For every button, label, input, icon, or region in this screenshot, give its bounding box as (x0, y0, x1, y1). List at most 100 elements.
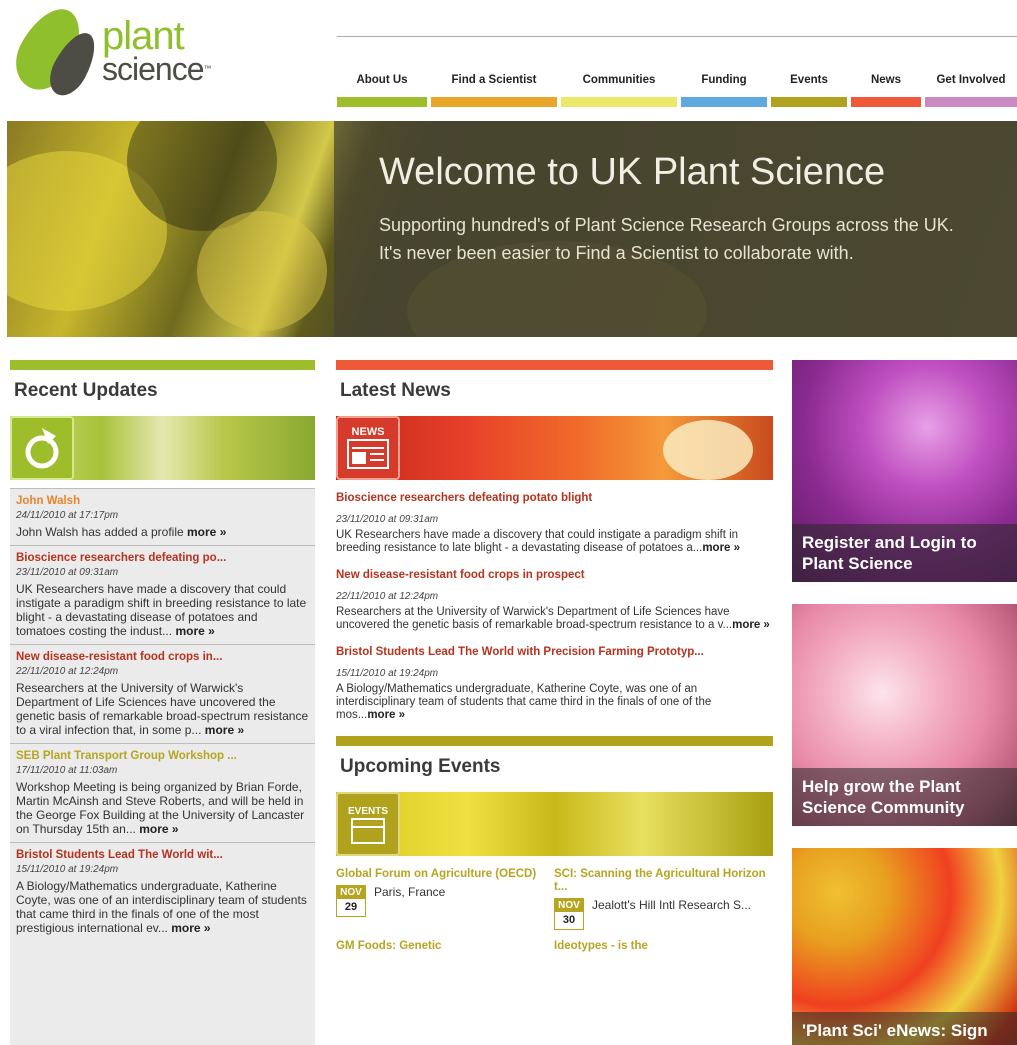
event-title[interactable]: SCI: Scanning the Agricultural Horizon t… (554, 868, 772, 894)
promo-column: Register and Login to Plant Science Help… (792, 360, 1017, 1045)
event-title[interactable]: GM Foods: Genetic (336, 940, 554, 953)
promo-grow-community[interactable]: Help grow the Plant Science Community (792, 604, 1017, 826)
recent-updates-list: John Walsh 24/11/2010 at 17:17pm John Wa… (10, 488, 315, 1045)
nav-about-us[interactable]: About Us (337, 72, 427, 108)
event-item[interactable]: Ideotypes - is the (554, 940, 772, 957)
latest-news: Latest News NEWS Bioscience researchers … (336, 360, 773, 957)
hero-photo-blob (197, 211, 327, 331)
update-date: 24/11/2010 at 17:17pm (16, 510, 119, 521)
list-item[interactable]: Bioscience researchers defeating potato … (336, 492, 773, 555)
news-list: Bioscience researchers defeating potato … (336, 492, 773, 722)
nav-find-a-scientist[interactable]: Find a Scientist (431, 72, 557, 108)
update-title[interactable]: New disease-resistant food crops in... (16, 651, 309, 663)
more-link[interactable]: more » (175, 624, 214, 638)
nav-label: Communities (582, 74, 656, 86)
nav-funding[interactable]: Funding (681, 72, 767, 108)
update-text: UK Researchers have made a discovery tha… (16, 582, 309, 638)
news-date: 15/11/2010 at 19:24pm (336, 668, 439, 679)
news-title[interactable]: New disease-resistant food crops in pros… (336, 569, 773, 581)
events-list: Global Forum on Agriculture (OECD) NOV 29… (336, 868, 773, 957)
update-date: 23/11/2010 at 09:31am (16, 567, 119, 578)
nav-color-bar (337, 97, 427, 107)
update-title[interactable]: Bioscience researchers defeating po... (16, 552, 309, 564)
event-date-badge: NOV 29 (336, 885, 366, 917)
promo-caption: Register and Login to Plant Science (792, 524, 1017, 582)
event-item[interactable]: SCI: Scanning the Agricultural Horizon t… (554, 868, 772, 930)
more-link[interactable]: more » (702, 542, 740, 554)
event-month: NOV (337, 886, 365, 899)
promo-register-login[interactable]: Register and Login to Plant Science (792, 360, 1017, 582)
event-title[interactable]: Global Forum on Agriculture (OECD) (336, 868, 554, 881)
list-item[interactable]: New disease-resistant food crops in pros… (336, 569, 773, 632)
promo-caption: 'Plant Sci' eNews: Sign up (792, 1012, 1017, 1045)
more-link[interactable]: more » (139, 822, 178, 836)
event-title[interactable]: Ideotypes - is the (554, 940, 772, 953)
recent-updates-title: Recent Updates (14, 380, 158, 401)
nav-label: About Us (356, 74, 408, 86)
event-item[interactable]: Global Forum on Agriculture (OECD) NOV 29… (336, 868, 554, 930)
upcoming-events-title: Upcoming Events (340, 756, 501, 777)
update-text-body: John Walsh has added a profile (16, 525, 184, 539)
list-item[interactable]: Bioscience researchers defeating po... 2… (10, 545, 315, 644)
nav-label: Funding (701, 74, 747, 86)
list-item[interactable]: New disease-resistant food crops in... 2… (10, 644, 315, 743)
update-date: 15/11/2010 at 19:24pm (16, 864, 119, 875)
nav-communities[interactable]: Communities (561, 72, 677, 108)
update-text: John Walsh has added a profile more » (16, 525, 309, 539)
nav-label: Events (790, 74, 828, 86)
latest-news-bar (336, 360, 773, 370)
upcoming-events-banner: EVENTS (336, 792, 773, 856)
list-item[interactable]: Bristol Students Lead The World with Pre… (336, 646, 773, 722)
list-item[interactable]: John Walsh 24/11/2010 at 17:17pm John Wa… (10, 488, 315, 545)
news-text-body: Researchers at the University of Warwick… (336, 606, 733, 631)
news-text: A Biology/Mathematics undergraduate, Kat… (336, 683, 773, 722)
upcoming-events: Upcoming Events EVENTS Global Forum on A… (336, 736, 773, 957)
hero-text: Supporting hundred's of Plant Science Re… (379, 215, 954, 263)
hero-title: Welcome to UK Plant Science (379, 151, 886, 193)
update-title[interactable]: John Walsh (16, 495, 309, 507)
more-link[interactable]: more » (205, 723, 244, 737)
update-title[interactable]: Bristol Students Lead The World wit... (16, 849, 309, 861)
header-rule (337, 36, 1017, 37)
promo-enews-signup[interactable]: 'Plant Sci' eNews: Sign up (792, 848, 1017, 1045)
nav-label: Get Involved (936, 74, 1006, 86)
event-details: NOV 30 Jealott's Hill Intl Research S... (554, 898, 772, 930)
news-text-body: UK Researchers have made a discovery tha… (336, 529, 739, 554)
recent-updates-bar (10, 360, 315, 370)
nav-get-involved[interactable]: Get Involved (925, 72, 1017, 108)
event-place: Paris, France (374, 885, 446, 899)
update-date: 17/11/2010 at 11:03am (16, 765, 118, 776)
more-link[interactable]: more » (732, 619, 770, 631)
update-text: A Biology/Mathematics undergraduate, Kat… (16, 879, 309, 935)
update-title[interactable]: SEB Plant Transport Group Workshop ... (16, 750, 309, 762)
nav-news[interactable]: News (851, 72, 921, 108)
nav-color-bar (925, 97, 1017, 107)
list-item[interactable]: SEB Plant Transport Group Workshop ... 1… (10, 743, 315, 842)
nav-color-bar (561, 97, 677, 107)
list-item[interactable]: Bristol Students Lead The World wit... 1… (10, 842, 315, 941)
event-item[interactable]: GM Foods: Genetic (336, 940, 554, 957)
site-logo[interactable]: plant science™ (4, 0, 212, 103)
news-title[interactable]: Bioscience researchers defeating potato … (336, 492, 773, 504)
more-link[interactable]: more » (367, 709, 405, 721)
calendar-icon: EVENTS (336, 792, 400, 856)
update-text: Workshop Meeting is being organized by B… (16, 780, 309, 836)
refresh-icon (10, 416, 74, 480)
news-text: UK Researchers have made a discovery tha… (336, 529, 773, 555)
event-details: NOV 29 Paris, France (336, 885, 554, 917)
update-text-body: UK Researchers have made a discovery tha… (16, 582, 307, 638)
more-link[interactable]: more » (187, 525, 226, 539)
more-link[interactable]: more » (171, 921, 210, 935)
event-month: NOV (555, 899, 583, 912)
event-place: Jealott's Hill Intl Research S... (592, 898, 752, 912)
logo-word-science-text: science (102, 51, 204, 87)
update-date: 22/11/2010 at 12:24pm (16, 666, 119, 677)
newspaper-icon: NEWS (336, 416, 400, 480)
nav-events[interactable]: Events (771, 72, 847, 108)
update-text-body: A Biology/Mathematics undergraduate, Kat… (16, 879, 307, 935)
banner-flower-shape (663, 420, 753, 480)
nav-color-bar (681, 97, 767, 107)
logo-word-plant: plant (102, 14, 185, 58)
recent-updates-banner (10, 416, 315, 480)
news-title[interactable]: Bristol Students Lead The World with Pre… (336, 646, 773, 658)
